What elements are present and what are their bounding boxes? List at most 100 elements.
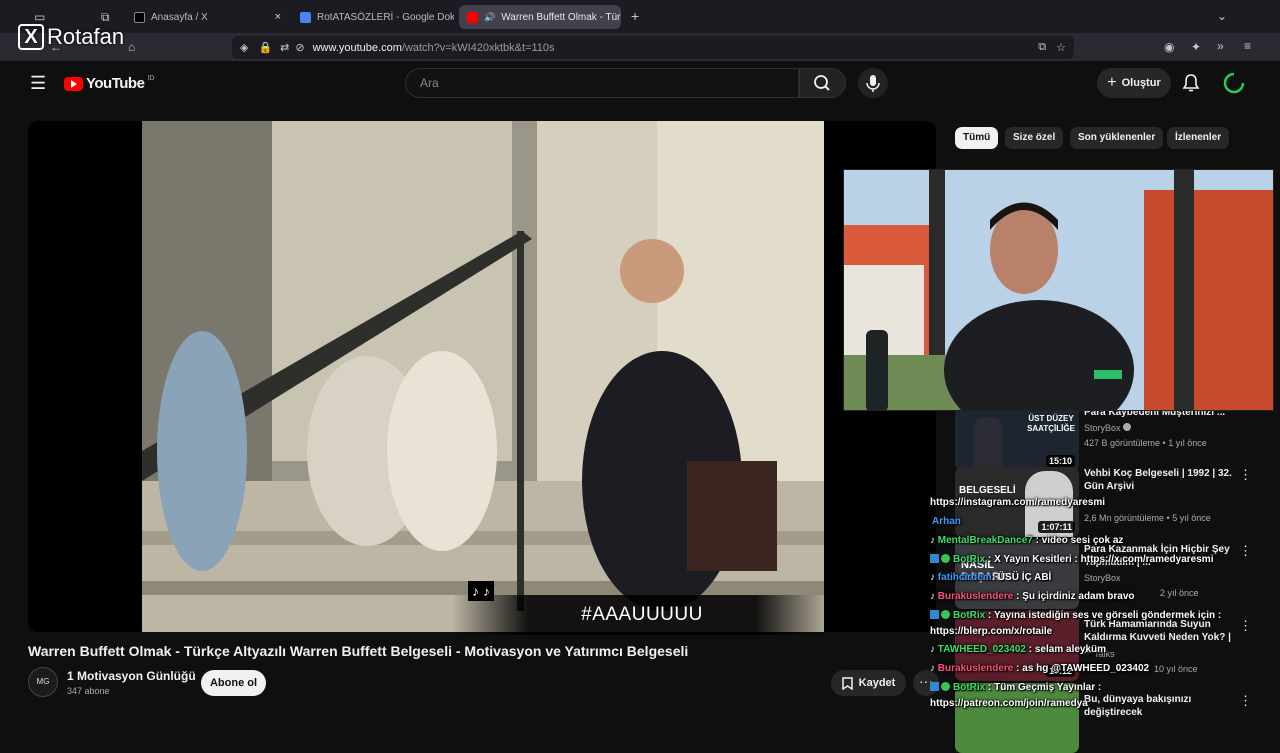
voice-search-button[interactable]	[858, 68, 888, 98]
picture-in-picture-icon[interactable]: ⧉	[1038, 41, 1046, 54]
plus-icon: +	[1107, 74, 1117, 91]
youtube-logo[interactable]: YouTube ID	[64, 75, 154, 92]
bookmark-star-icon[interactable]: ☆	[1056, 41, 1066, 54]
microphone-icon	[866, 75, 880, 92]
streamer-webcam-overlay	[843, 169, 1274, 411]
search-input[interactable]: Ara	[405, 68, 799, 98]
chat-message: BotRix : X Yayın Kesitleri : https://x.c…	[930, 554, 1213, 565]
bot-badge-icon	[930, 554, 939, 563]
url-text: www.youtube.com/watch?v=kWI420xktbk&t=11…	[312, 41, 555, 54]
stream-watermark: X Rotafan	[18, 24, 124, 50]
tab-group-icon[interactable]: ⧉	[101, 10, 110, 24]
rec-menu-icon[interactable]: ⋮	[1239, 618, 1252, 634]
guide-menu-icon[interactable]: ☰	[30, 73, 46, 94]
region-code: ID	[147, 75, 155, 82]
youtube-masthead: ☰ YouTube ID Ara + Oluştur	[10, 61, 1268, 105]
chat-message: ♪ Burakuslendere : Şu içirdiniz adam bra…	[930, 591, 1135, 602]
rec-channel[interactable]: StoryBox	[1084, 423, 1132, 433]
verified-icon	[1123, 423, 1132, 431]
chat-message: https://instagram.com/ramedyaresmi	[930, 497, 1106, 508]
new-tab-button[interactable]: +	[631, 9, 639, 23]
bookmark-icon	[841, 676, 853, 690]
tab-google-docs[interactable]: RotATASÖZLERİ - Google Doküm ×	[292, 5, 454, 29]
home-icon[interactable]: ⌂	[128, 40, 135, 54]
verified-badge-icon	[941, 610, 950, 619]
overflow-chevrons-icon[interactable]: »	[1217, 39, 1224, 53]
youtube-logo-text: YouTube	[86, 75, 145, 92]
url-bar[interactable]: ◈ 🔒 ⇄ ⊘ www.youtube.com/watch?v=kWI420xk…	[232, 36, 1074, 59]
chip-recently-uploaded[interactable]: Son yüklenenler	[1070, 127, 1164, 149]
chip-for-you[interactable]: Size özel	[1005, 127, 1064, 149]
chat-message: BotRix : Yayına istediğin ses ve görseli…	[930, 610, 1221, 621]
rec-title[interactable]: Bu, dünyaya bakışınızı değiştirecek	[1084, 693, 1234, 719]
shield-icon[interactable]: ◈	[240, 41, 248, 54]
rec-menu-icon[interactable]: ⋮	[1239, 467, 1252, 483]
chat-message: ♪ fatihcirdem: ÜSÜ İÇ ABİ	[930, 572, 1052, 583]
chat-message: ♪ TAWHEED_023402 : selam aleyküm	[930, 644, 1107, 655]
speaker-icon[interactable]: 🔊	[484, 12, 495, 23]
search-icon	[814, 75, 830, 91]
docs-favicon-icon	[300, 11, 311, 23]
tracking-off-icon[interactable]: ⊘	[295, 41, 304, 54]
chat-message: https://blerp.com/x/rotaile	[930, 626, 1053, 637]
rec-menu-icon[interactable]: ⋮	[1239, 693, 1252, 709]
extension-icon[interactable]: ◉	[1164, 40, 1174, 54]
save-button[interactable]: Kaydet	[831, 670, 906, 696]
notifications-bell-icon[interactable]	[1182, 73, 1200, 93]
permissions-icon[interactable]: ⇄	[280, 41, 289, 54]
music-note-icon: ♪	[930, 572, 935, 583]
thumb-figure	[973, 417, 1003, 471]
music-note-icon: ♪	[930, 591, 935, 602]
duration-badge: 1:07:11	[1038, 521, 1075, 533]
tab-x-home[interactable]: Anasayfa / X ×	[126, 5, 289, 29]
chat-message: ♪ MentalBreakDance7 : video sesi çok az	[930, 535, 1124, 546]
music-note-icon: ♪	[930, 663, 935, 674]
tab-label: RotATASÖZLERİ - Google Doküm	[317, 11, 454, 23]
rec-meta: 10 yıl önce	[1154, 664, 1198, 674]
x-logo-icon: X	[18, 24, 44, 50]
create-button[interactable]: + Oluştur	[1097, 68, 1171, 98]
rec-channel[interactable]: StoryBox	[1084, 573, 1121, 583]
bot-badge-icon	[930, 682, 939, 691]
youtube-play-logo-icon	[64, 76, 83, 91]
tab-list-chevron-icon[interactable]: ⌄	[1217, 9, 1227, 23]
chat-message: https://patreon.com/join/ramedya	[930, 698, 1088, 709]
rec-meta: 2 yıl önce	[1160, 588, 1199, 598]
chat-message: BotRix : Tüm Geçmiş Yayınlar :	[930, 682, 1101, 693]
webcam-scene	[844, 170, 1273, 410]
app-menu-icon[interactable]: ≡	[1244, 39, 1251, 53]
duration-badge: 15:10	[1045, 455, 1075, 467]
chip-watched[interactable]: İzlenenler	[1167, 127, 1230, 149]
account-avatar-icon[interactable]	[1223, 72, 1245, 94]
verified-badge-icon	[941, 682, 950, 691]
chat-message: Arhan	[932, 516, 961, 527]
subscribe-button[interactable]: Abone ol	[201, 670, 266, 696]
rec-menu-icon[interactable]: ⋮	[1239, 543, 1252, 559]
lock-icon[interactable]: 🔒	[258, 41, 272, 54]
browser-toolbar: ← ⌂ ◈ 🔒 ⇄ ⊘ www.youtube.com/watch?v=kWI4…	[0, 33, 1280, 61]
thumb-text: BELGESELİ	[959, 485, 1016, 496]
subscriber-count: 347 abone	[67, 686, 110, 696]
rec-title[interactable]: Vehbi Koç Belgeseli | 1992 | 32. Gün Arş…	[1084, 467, 1234, 493]
video-player[interactable]: ♪ ♪	[28, 121, 936, 632]
channel-avatar[interactable]: MG	[28, 667, 58, 697]
channel-name[interactable]: 1 Motivasyon Günlüğü	[67, 669, 196, 683]
chip-all[interactable]: Tümü	[955, 127, 999, 149]
video-title: Warren Buffett Olmak - Türkçe Altyazılı …	[28, 643, 689, 659]
hashtag-banner: #AAAUUUUU	[452, 595, 832, 635]
video-frame-men-on-steps	[142, 121, 824, 632]
rec-meta: 2,6 Mn görüntüleme • 5 yıl önce	[1084, 513, 1211, 523]
search-button[interactable]	[799, 68, 846, 98]
extensions-puzzle-icon[interactable]: ✦	[1191, 40, 1201, 54]
tab-label: Warren Buffett Olmak - Türk	[501, 11, 621, 23]
x-favicon-icon	[134, 11, 145, 23]
rec-thumbnail[interactable]	[955, 683, 1079, 753]
close-tab-icon[interactable]: ×	[275, 11, 281, 23]
bot-badge-icon	[930, 610, 939, 619]
music-note-icon: ♪	[930, 535, 935, 546]
rec-meta: 427 B görüntüleme • 1 yıl önce	[1084, 438, 1207, 448]
sidebar-icon[interactable]: ▭	[34, 10, 45, 24]
chat-message: ♪ Burakuslendere : as hg @TAWHEED_023402	[930, 663, 1150, 674]
tab-youtube-active[interactable]: 🔊 Warren Buffett Olmak - Türk ×	[459, 5, 621, 29]
rec-thumbnail[interactable]: DÜKKANDAN ÜST DÜZEY SAATÇİLİĞE 15:10	[955, 401, 1079, 471]
